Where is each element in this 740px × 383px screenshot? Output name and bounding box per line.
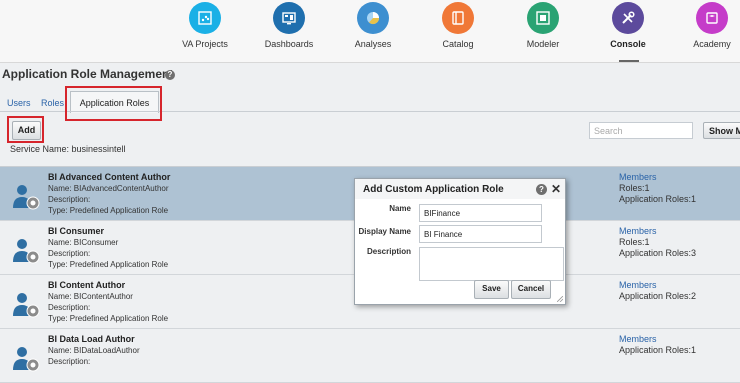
help-icon[interactable]: ? (165, 70, 175, 80)
role-type: Type: Predefined Application Role (48, 314, 169, 323)
tab-roles[interactable]: Roles (41, 98, 64, 108)
role-description: Description: (48, 357, 91, 366)
close-icon[interactable]: ✕ (551, 182, 561, 196)
nav-label: Modeler (526, 39, 560, 49)
catalog-icon (442, 2, 474, 34)
console-icon (612, 2, 644, 34)
dialog-title: Add Custom Application Role (363, 184, 504, 195)
add-custom-role-dialog: Add Custom Application Role ? ✕ Name BIF… (354, 178, 566, 305)
nav-label: Catalog (442, 39, 474, 49)
display-name-label: Display Name (358, 227, 411, 236)
roles-count: Roles:1 (619, 183, 650, 193)
members-link[interactable]: Members (619, 172, 657, 182)
role-id: Name: BIDataLoadAuthor (48, 346, 140, 355)
application-roles-count: Application Roles:3 (619, 248, 697, 258)
nav-console[interactable]: Console (588, 2, 668, 49)
role-description: Description: (48, 249, 91, 258)
application-roles-count: Application Roles:1 (619, 194, 697, 204)
members-link[interactable]: Members (619, 280, 657, 290)
user-role-icon (13, 239, 40, 264)
show-members-button[interactable]: Show Members (703, 122, 740, 139)
role-type: Type: Predefined Application Role (48, 260, 169, 269)
va-projects-icon (189, 2, 221, 34)
academy-icon (696, 2, 728, 34)
name-label: Name (389, 204, 411, 213)
user-role-icon (13, 347, 40, 372)
roles-count: Roles:1 (619, 237, 650, 247)
nav-va-projects[interactable]: VA Projects (165, 2, 245, 49)
role-name: BI Content Author (48, 280, 126, 290)
user-role-icon (13, 293, 40, 318)
role-description: Description: (48, 195, 91, 204)
dialog-header: Add Custom Application Role ? ✕ (355, 179, 565, 199)
application-roles-count: Application Roles:1 (619, 345, 697, 355)
service-name: Service Name: businessintell (10, 144, 126, 154)
role-name: BI Data Load Author (48, 334, 135, 344)
nav-label: Console (610, 39, 646, 49)
top-navigation: VA Projects Dashboards Analyses Catalog … (0, 0, 740, 63)
resize-grip-icon[interactable] (557, 296, 563, 302)
role-id: Name: BIContentAuthor (48, 292, 133, 301)
dashboards-icon (273, 2, 305, 34)
nav-label: Academy (693, 39, 731, 49)
dialog-help-icon[interactable]: ? (536, 184, 547, 195)
nav-academy[interactable]: Academy (672, 2, 740, 49)
user-role-icon (13, 185, 40, 210)
role-row[interactable]: BI Data Load Author Name: BIDataLoadAuth… (0, 329, 740, 383)
nav-catalog[interactable]: Catalog (418, 2, 498, 49)
highlight-box-application-roles (65, 86, 162, 121)
active-tab-indicator (619, 60, 639, 62)
members-link[interactable]: Members (619, 226, 657, 236)
nav-dashboards[interactable]: Dashboards (249, 2, 329, 49)
display-name-field[interactable]: BI Finance (419, 225, 542, 243)
highlight-box-add (7, 116, 44, 143)
modeler-icon (527, 2, 559, 34)
role-name: BI Consumer (48, 226, 105, 236)
members-link[interactable]: Members (619, 334, 657, 344)
cancel-button[interactable]: Cancel (511, 280, 551, 299)
role-type: Type: Predefined Application Role (48, 206, 169, 215)
save-button[interactable]: Save (474, 280, 509, 299)
nav-modeler[interactable]: Modeler (503, 2, 583, 49)
description-field[interactable] (419, 247, 564, 281)
role-name: BI Advanced Content Author (48, 172, 171, 182)
nav-label: Analyses (354, 39, 392, 49)
role-id: Name: BIAdvancedContentAuthor (48, 184, 169, 193)
description-label: Description (366, 247, 411, 256)
tab-users[interactable]: Users (7, 98, 31, 108)
role-id: Name: BIConsumer (48, 238, 119, 247)
nav-analyses[interactable]: Analyses (333, 2, 413, 49)
search-input[interactable]: Search (589, 122, 693, 139)
page-title: Application Role Management (2, 67, 174, 81)
name-field[interactable]: BIFinance (419, 204, 542, 222)
nav-label: Dashboards (264, 39, 314, 49)
analyses-icon (357, 2, 389, 34)
application-roles-count: Application Roles:2 (619, 291, 697, 301)
role-description: Description: (48, 303, 91, 312)
nav-label: VA Projects (182, 39, 228, 49)
